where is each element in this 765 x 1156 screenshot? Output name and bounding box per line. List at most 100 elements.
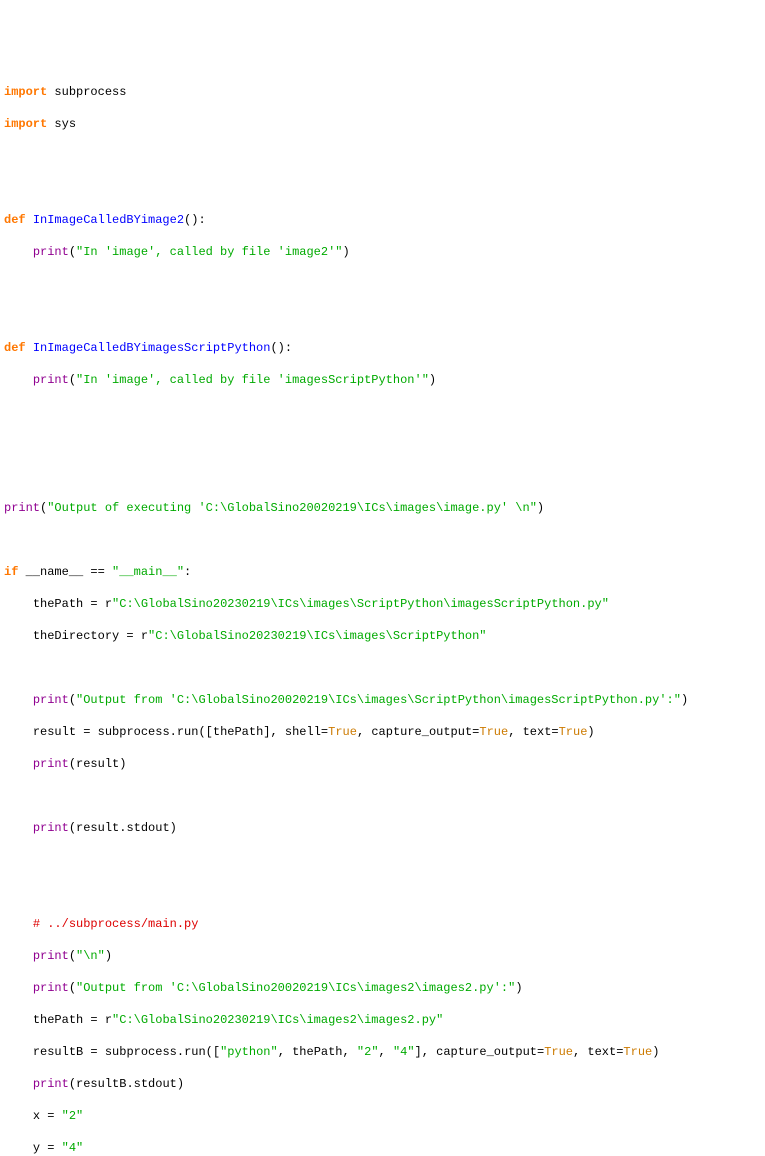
bool: True [328,725,357,739]
paren: ) [342,245,349,259]
bracket: [ [213,1045,220,1059]
code-line: y = "4" [4,1140,761,1156]
kwarg: text [587,1045,616,1059]
string: "C:\GlobalSino20230219\ICs\images2\image… [112,1013,443,1027]
var: thePath [33,597,83,611]
paren: ) [119,757,126,771]
string: "Output of executing 'C:\GlobalSino20020… [47,501,537,515]
code-line: theDirectory = r"C:\GlobalSino20230219\I… [4,628,761,644]
paren: ( [270,341,277,355]
string: "C:\GlobalSino20230219\ICs\images\Script… [148,629,486,643]
kw-if: if [4,565,18,579]
code-line: import sys [4,116,761,132]
bracket: ] [415,1045,422,1059]
code-line: print("\n") [4,948,761,964]
code-line: print("In 'image', called by file 'image… [4,372,761,388]
attr: stdout [126,821,169,835]
bool: True [559,725,588,739]
kw-import: import [4,85,47,99]
module: subprocess [105,1045,177,1059]
blank-line [4,404,761,420]
code-line: resultB = subprocess.run(["python", theP… [4,1044,761,1060]
code-line: print("Output of executing 'C:\GlobalSin… [4,500,761,516]
op: = [83,1013,105,1027]
op: = [76,725,98,739]
blank-line [4,884,761,900]
string: "2" [62,1109,84,1123]
paren: ) [170,821,177,835]
string: "In 'image', called by file 'image2'" [76,245,342,259]
fn-print: print [33,949,69,963]
var: thePath [33,1013,83,1027]
bracket: [ [206,725,213,739]
kwarg: capture_output [436,1045,537,1059]
comma: , [271,725,285,739]
dunder-name: __name__ [26,565,84,579]
comma: , [357,725,371,739]
paren: ( [69,821,76,835]
paren: ) [515,981,522,995]
comma: , [343,1045,357,1059]
comma: , [278,1045,292,1059]
fn-print: print [33,821,69,835]
op: = [83,1045,105,1059]
paren: ( [69,245,76,259]
code-block: import subprocess import sys def InImage… [4,68,761,1156]
var: y [33,1141,40,1155]
var: thePath [213,725,263,739]
fn-print: print [33,1077,69,1091]
paren: ) [278,341,285,355]
string: "C:\GlobalSino20230219\ICs\images\Script… [112,597,609,611]
blank-line [4,276,761,292]
blank-line [4,532,761,548]
code-line: print("In 'image', called by file 'image… [4,244,761,260]
code-line: x = "2" [4,1108,761,1124]
paren: ) [681,693,688,707]
kw-def: def [4,341,26,355]
rprefix: r [141,629,148,643]
code-line: print(resultB.stdout) [4,1076,761,1092]
kwarg: capture_output [371,725,472,739]
paren: ( [69,1077,76,1091]
code-line: import subprocess [4,84,761,100]
bool: True [479,725,508,739]
comma: , [422,1045,436,1059]
code-line: def InImageCalledBYimagesScriptPython(): [4,340,761,356]
fn-name: InImageCalledBYimage2 [33,213,184,227]
fn-print: print [33,245,69,259]
string: "In 'image', called by file 'imagesScrip… [76,373,429,387]
op: = [321,725,328,739]
paren: ) [429,373,436,387]
blank-line [4,660,761,676]
code-line: thePath = r"C:\GlobalSino20230219\ICs\im… [4,1012,761,1028]
comma: , [508,725,522,739]
op: = [616,1045,623,1059]
method: run [184,1045,206,1059]
code-line: # ../subprocess/main.py [4,916,761,932]
fn-print: print [33,373,69,387]
string: "4" [62,1141,84,1155]
op: == [83,565,112,579]
rprefix: r [105,1013,112,1027]
string: "Output from 'C:\GlobalSino20020219\ICs\… [76,693,681,707]
colon: : [285,341,292,355]
kw-import: import [4,117,47,131]
blank-line [4,468,761,484]
string: "Output from 'C:\GlobalSino20020219\ICs\… [76,981,515,995]
code-line: result = subprocess.run([thePath], shell… [4,724,761,740]
blank-line [4,148,761,164]
paren: ( [198,725,205,739]
paren: ( [69,949,76,963]
code-line: print("Output from 'C:\GlobalSino2002021… [4,692,761,708]
var: x [33,1109,40,1123]
blank-line [4,436,761,452]
dot: . [170,725,177,739]
comment: # ../subprocess/main.py [33,917,199,931]
kwarg: shell [285,725,321,739]
kwarg: text [523,725,552,739]
code-line: def InImageCalledBYimage2(): [4,212,761,228]
paren: ( [69,693,76,707]
bracket: ] [263,725,270,739]
code-line: print(result) [4,756,761,772]
blank-line [4,788,761,804]
